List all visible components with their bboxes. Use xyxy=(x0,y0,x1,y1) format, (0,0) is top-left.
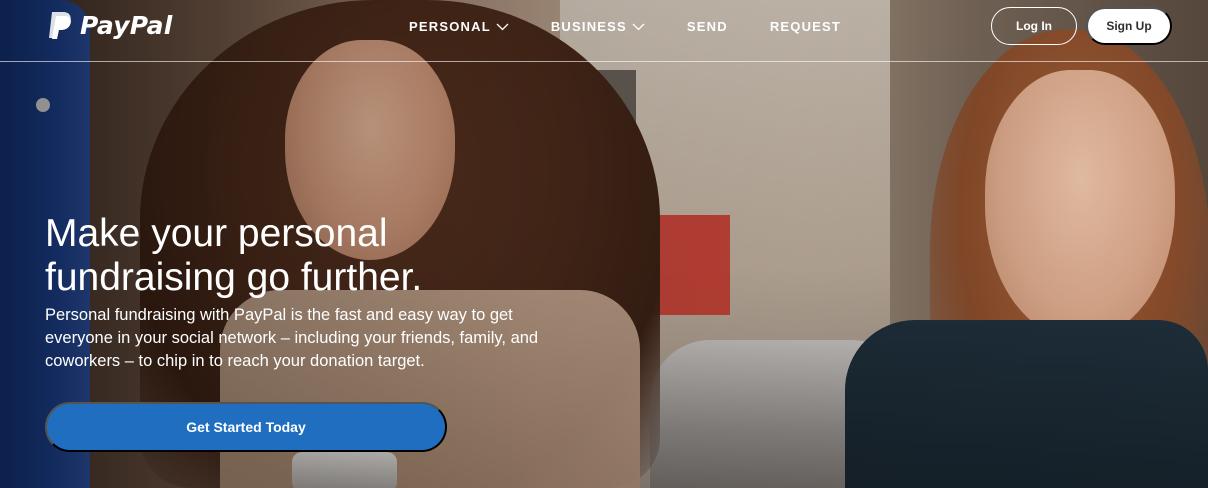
nav-personal-label: PERSONAL xyxy=(409,19,491,34)
top-navigation-bar: PayPal PERSONAL BUSINESS SEND REQUEST Lo… xyxy=(0,0,1208,62)
nav-personal[interactable]: PERSONAL xyxy=(409,19,509,34)
chevron-down-icon xyxy=(496,23,509,30)
nav-business[interactable]: BUSINESS xyxy=(551,19,645,34)
login-button[interactable]: Log In xyxy=(991,7,1077,45)
hero-section: PayPal PERSONAL BUSINESS SEND REQUEST Lo… xyxy=(0,0,1208,488)
paypal-logo-link[interactable]: PayPal xyxy=(46,10,172,40)
nav-send-label: SEND xyxy=(686,19,728,34)
nav-send[interactable]: SEND xyxy=(687,19,728,34)
signup-button[interactable]: Sign Up xyxy=(1086,7,1172,45)
nav-business-label: BUSINESS xyxy=(550,19,627,34)
hero-headline-line2: fundraising go further. xyxy=(45,256,423,299)
hero-headline-line1: Make your personal xyxy=(45,212,388,255)
hero-headline: Make your personal fundraising go furthe… xyxy=(45,212,605,300)
logo-text: PayPal xyxy=(80,10,173,40)
nav-request[interactable]: REQUEST xyxy=(770,19,841,34)
chevron-down-icon xyxy=(632,23,645,30)
get-started-button[interactable]: Get Started Today xyxy=(45,402,447,452)
hero-subcopy: Personal fundraising with PayPal is the … xyxy=(45,306,539,370)
nav-request-label: REQUEST xyxy=(769,19,842,34)
main-nav: PERSONAL BUSINESS SEND REQUEST xyxy=(409,19,883,34)
paypal-logo-icon xyxy=(49,12,71,39)
